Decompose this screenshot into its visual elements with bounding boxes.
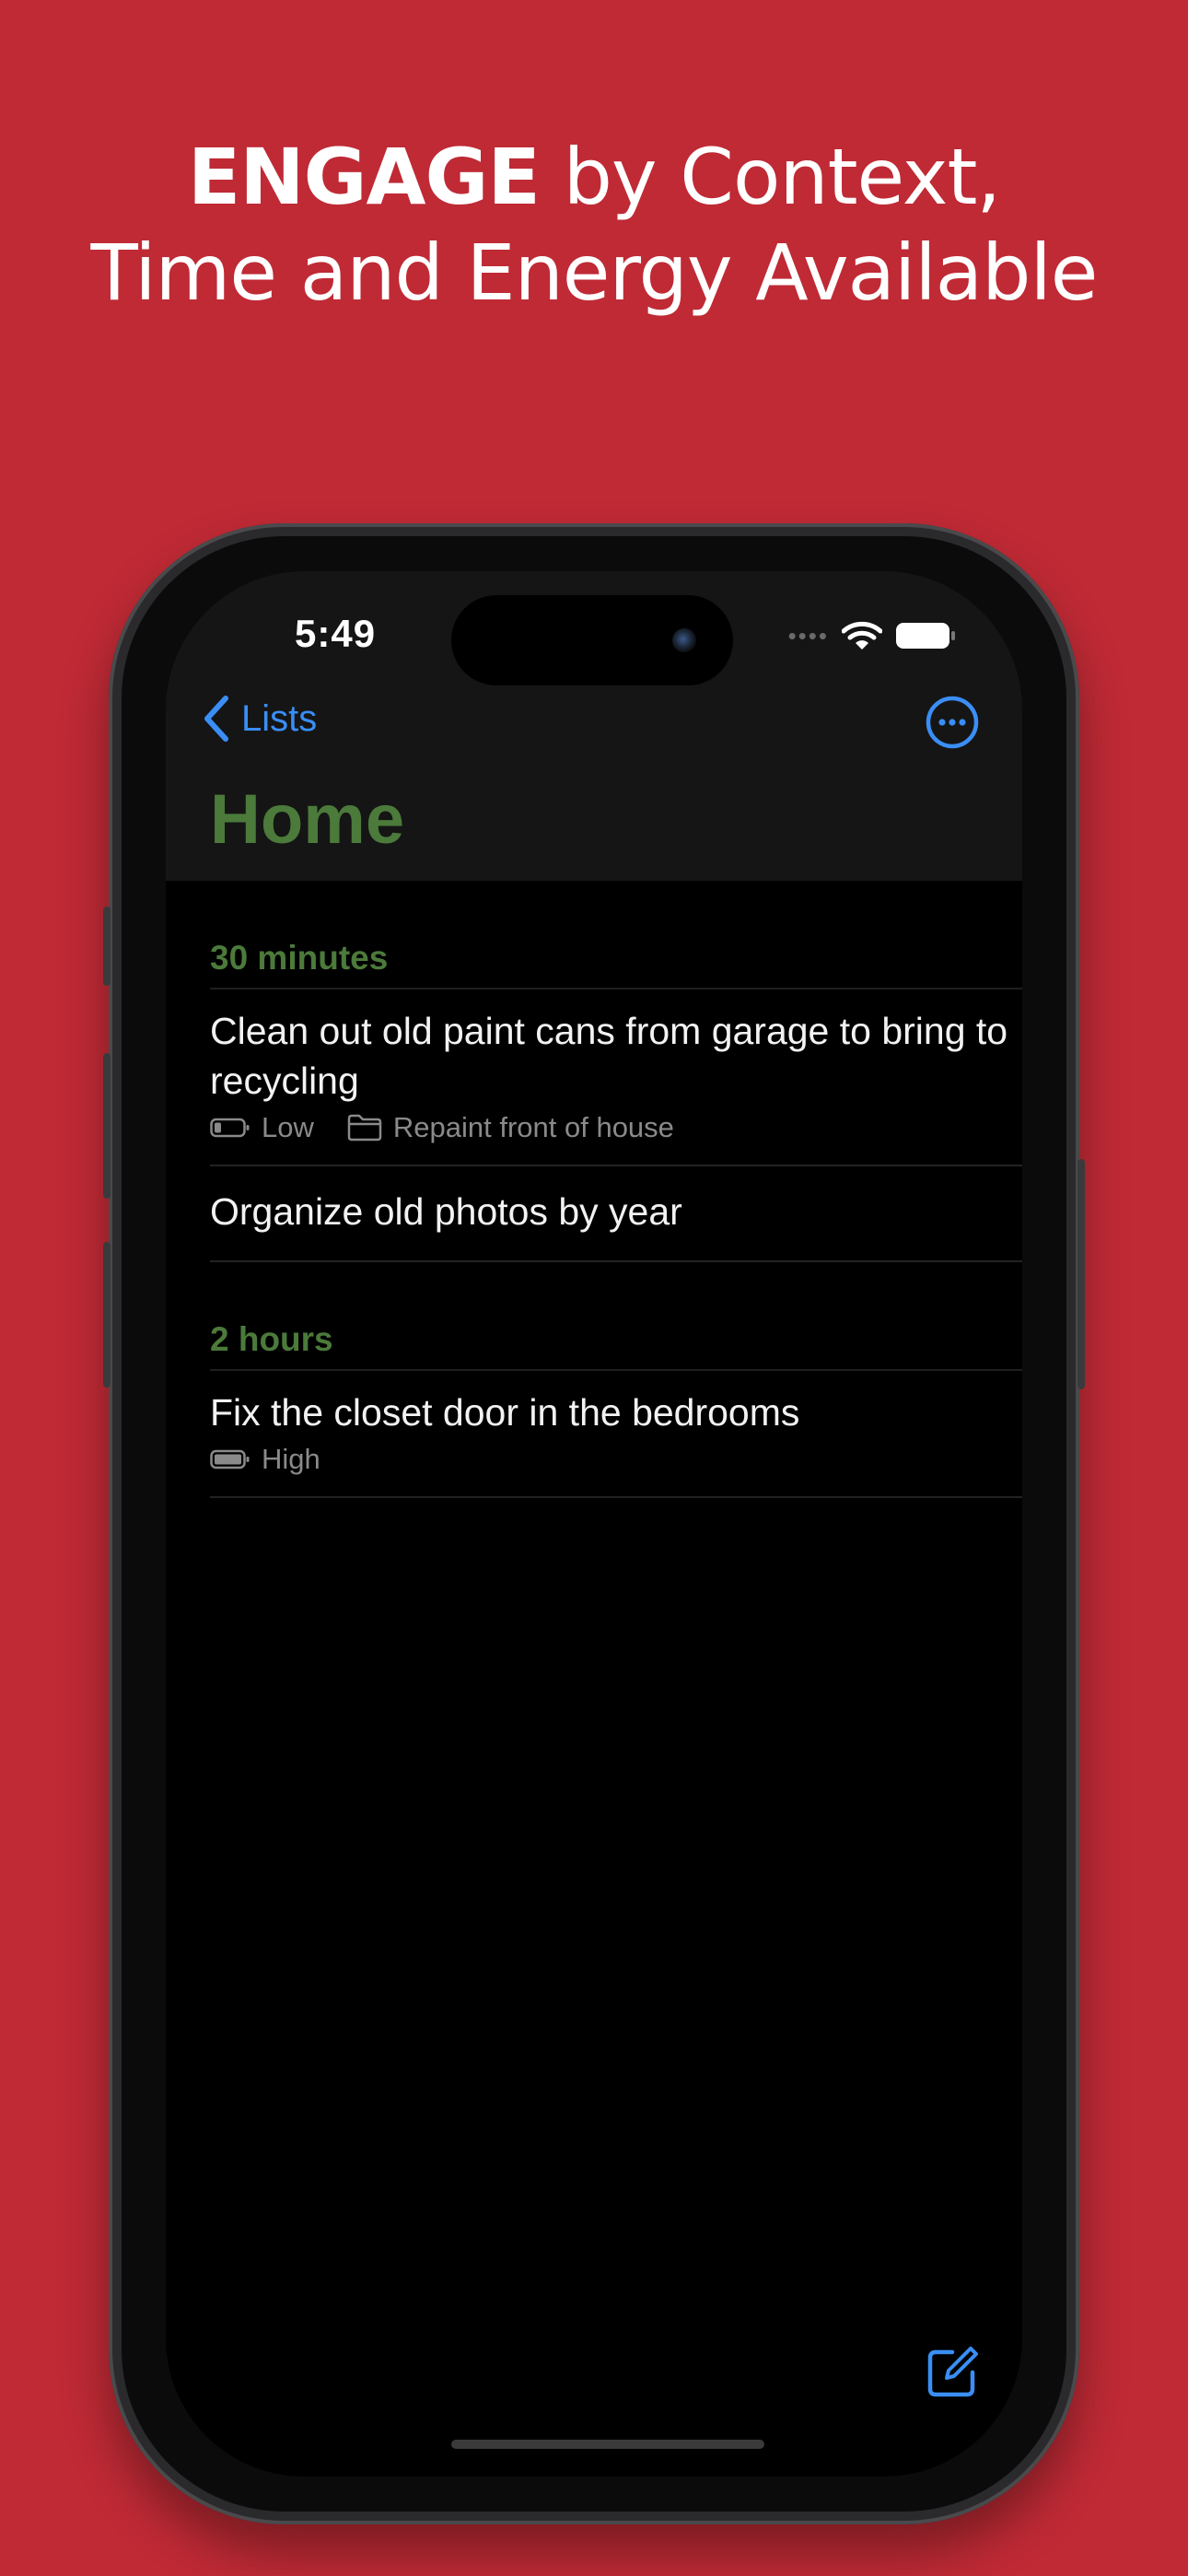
camera-icon: [672, 628, 696, 652]
task-meta: Low Repaint front of house: [210, 1111, 1022, 1144]
section-header-2-hours: 2 hours: [210, 1310, 1022, 1371]
wifi-icon: [842, 621, 882, 650]
battery-full-icon: [210, 1449, 250, 1469]
promo-headline: ENGAGE by Context, Time and Energy Avail…: [0, 129, 1188, 321]
headline-line-1-rest: by Context,: [539, 132, 1002, 222]
phone-screen: 5:49 •••• Lists Home 30 minutes Clean ou…: [166, 571, 1022, 2476]
battery-icon: [896, 623, 955, 649]
power-button: [1077, 1159, 1085, 1389]
phone-bezel: 5:49 •••• Lists Home 30 minutes Clean ou…: [122, 536, 1066, 2512]
status-time: 5:49: [295, 612, 377, 655]
task-meta: High: [210, 1443, 1022, 1476]
dynamic-island: [451, 595, 733, 685]
headline-line-1: ENGAGE by Context,: [0, 129, 1188, 225]
folder-icon: [347, 1114, 382, 1142]
task-row[interactable]: Organize old photos by year: [210, 1166, 1022, 1262]
headline-line-2: Time and Energy Available: [90, 228, 1098, 318]
project-label: Repaint front of house: [392, 1111, 674, 1143]
chevron-left-icon: [204, 696, 228, 742]
phone-frame: 5:49 •••• Lists Home 30 minutes Clean ou…: [103, 523, 1085, 2524]
energy-label: Low: [262, 1111, 314, 1143]
task-list: 30 minutes Clean out old paint cans from…: [210, 881, 1022, 1498]
status-icons: ••••: [788, 617, 956, 654]
task-title: Fix the closet door in the bedrooms: [210, 1391, 800, 1434]
compose-icon: [927, 2347, 978, 2397]
ellipsis-circle-icon: [926, 696, 979, 749]
back-button[interactable]: Lists: [203, 695, 317, 743]
task-row[interactable]: Fix the closet door in the bedrooms High: [210, 1371, 1022, 1498]
section-header-30-minutes: 30 minutes: [210, 929, 1022, 989]
volume-down-button: [103, 1242, 111, 1388]
headline-bold: ENGAGE: [187, 132, 541, 222]
project-tag: Repaint front of house: [347, 1111, 674, 1144]
more-options-button[interactable]: [925, 695, 980, 755]
mute-switch: [103, 907, 111, 986]
task-row[interactable]: Clean out old paint cans from garage to …: [210, 989, 1022, 1166]
volume-up-button: [103, 1053, 111, 1199]
page-title: Home: [210, 780, 405, 859]
battery-low-icon: [210, 1118, 250, 1138]
signal-dots-icon: ••••: [787, 621, 829, 650]
energy-tag: High: [210, 1443, 320, 1476]
energy-label: High: [262, 1443, 320, 1475]
compose-button[interactable]: [925, 2345, 980, 2405]
task-title: Clean out old paint cans from garage to …: [210, 1010, 1008, 1102]
home-indicator[interactable]: [451, 2440, 764, 2449]
back-label: Lists: [241, 697, 318, 739]
energy-tag: Low: [210, 1111, 314, 1144]
task-title: Organize old photos by year: [210, 1190, 682, 1233]
